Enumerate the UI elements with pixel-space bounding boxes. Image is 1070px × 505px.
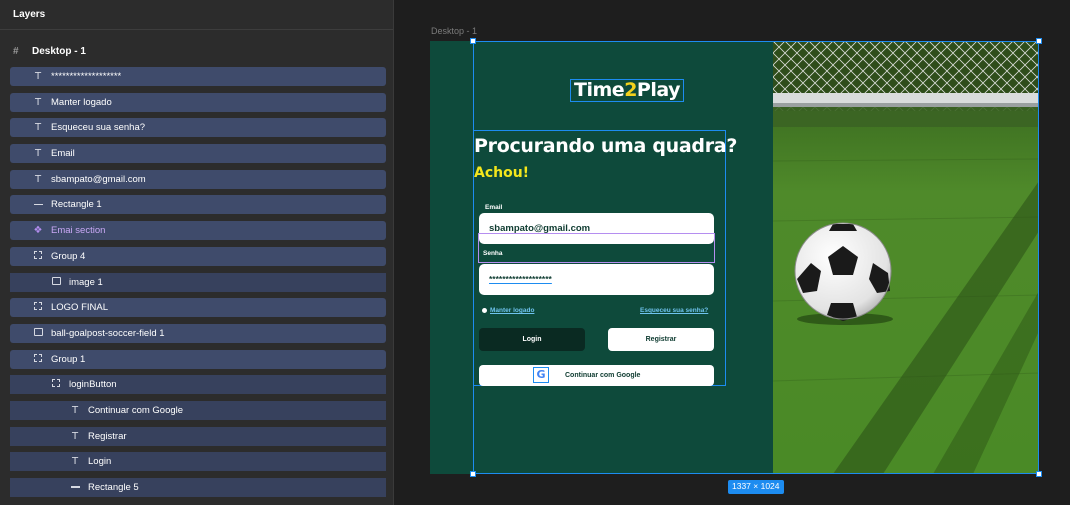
layer-row-label: ******************* [51,71,122,82]
soccer-field-image[interactable] [773,41,1039,474]
layers-panel: Layers # Desktop - 1 T ******************… [0,0,394,505]
logo-text-play: Play [636,79,681,101]
text-icon: T [34,96,42,108]
layer-row[interactable]: Rectangle 1 [10,195,386,215]
headline[interactable]: Procurando uma quadra? [474,135,737,157]
layers-panel-title: Layers [0,0,393,30]
layer-row[interactable]: ball-goalpost-soccer-field 1 [10,323,386,343]
layer-row[interactable]: T Registrar [10,426,386,446]
desktop-frame[interactable]: Time2Play Procurando uma quadra? Achou! … [430,41,1039,474]
keep-logged-option[interactable]: Manter logado [482,307,534,314]
forgot-password-link[interactable]: Esqueceu sua senha? [640,307,708,314]
layer-row-label: loginButton [69,379,117,391]
layer-root-desktop[interactable]: # Desktop - 1 [0,40,394,62]
layer-row-label: Group 1 [51,353,86,365]
frame-icon: # [13,45,19,57]
layer-row[interactable]: T Manter logado [10,92,386,112]
layer-row[interactable]: T Email [10,144,386,164]
layer-row[interactable]: Rectangle 5 [10,478,386,497]
line-icon [31,199,45,210]
resize-handle-top-right[interactable] [1036,38,1042,44]
layer-row[interactable]: LOGO FINAL [10,298,386,318]
layer-row[interactable]: ❖ Emai section [10,221,386,241]
layer-row-label: sbampato@gmail.com [51,173,146,185]
layer-row-label: Rectangle 5 [88,482,139,493]
image-icon [49,276,63,288]
resize-handle-bottom-right[interactable] [1036,471,1042,477]
layer-row[interactable]: Group 1 [10,349,386,369]
text-icon: T [71,430,79,442]
layer-row[interactable]: image 1 [10,272,386,292]
image-icon [31,327,45,339]
design-canvas[interactable]: Desktop - 1 Time2Play Procurando uma qua… [394,0,1070,505]
layer-row-label: Email [51,148,75,160]
text-icon: T [34,122,42,134]
text-icon: T [34,71,42,82]
google-g-icon: G [533,367,549,383]
password-field[interactable]: ******************* [479,264,714,295]
text-icon: T [71,404,79,416]
resize-handle-top-left[interactable] [470,38,476,44]
soccer-field-illustration [773,41,1039,474]
layer-row-label: Login [88,456,112,468]
layer-row-label: Registrar [88,430,127,442]
logo-final[interactable]: Time2Play [570,79,684,102]
radio-dot-icon [482,307,487,313]
google-button[interactable]: G Continuar com Google [479,365,714,386]
email-label[interactable]: Email [485,204,502,211]
layer-row-label: LOGO FINAL [51,302,109,314]
layer-row-label: Emai section [51,225,106,237]
layer-row-label: ball-goalpost-soccer-field 1 [51,327,165,339]
line-icon [68,482,82,493]
group-icon [31,353,45,365]
email-section-outline [478,233,715,263]
layer-row-label: Continuar com Google [88,404,184,416]
component-icon: ❖ [33,225,43,237]
layer-row[interactable]: Group 4 [10,246,386,266]
text-icon: T [34,148,42,160]
text-icon: T [34,173,42,185]
layer-row-label: image 1 [69,276,103,288]
layer-row[interactable]: T ******************* [10,67,386,86]
resize-handle-bottom-left[interactable] [470,471,476,477]
layer-row-label: Esqueceu sua senha? [51,122,146,134]
group-icon [31,302,45,313]
google-button-label: Continuar com Google [565,372,641,379]
layer-row-label: Rectangle 1 [51,199,102,211]
text-icon: T [71,456,79,468]
logo-text-time: Time [574,79,625,101]
group-icon [49,379,63,390]
layer-row-label: Group 4 [51,250,86,262]
keep-logged-label: Manter logado [490,307,535,314]
frame-label[interactable]: Desktop - 1 [431,26,477,36]
layer-root-label: Desktop - 1 [32,45,86,57]
logo-text-2: 2 [624,79,637,101]
password-label[interactable]: Senha [483,250,503,257]
subheadline[interactable]: Achou! [474,165,529,181]
size-badge: 1337 × 1024 [728,480,784,494]
layer-row[interactable]: loginButton [10,375,386,395]
layer-row[interactable]: T Esqueceu sua senha? [10,118,386,138]
layer-row[interactable]: T Continuar com Google [10,400,386,420]
layer-row[interactable]: T Login [10,452,386,472]
layer-row-label: Manter logado [51,96,112,108]
layer-list: T ******************* T Manter logado T Esque… [10,67,386,504]
register-button[interactable]: Registrar [608,328,714,351]
layer-row[interactable]: Tsbampato@gmail.com [10,169,386,189]
group-icon [31,250,45,262]
login-button[interactable]: Login [479,328,585,351]
